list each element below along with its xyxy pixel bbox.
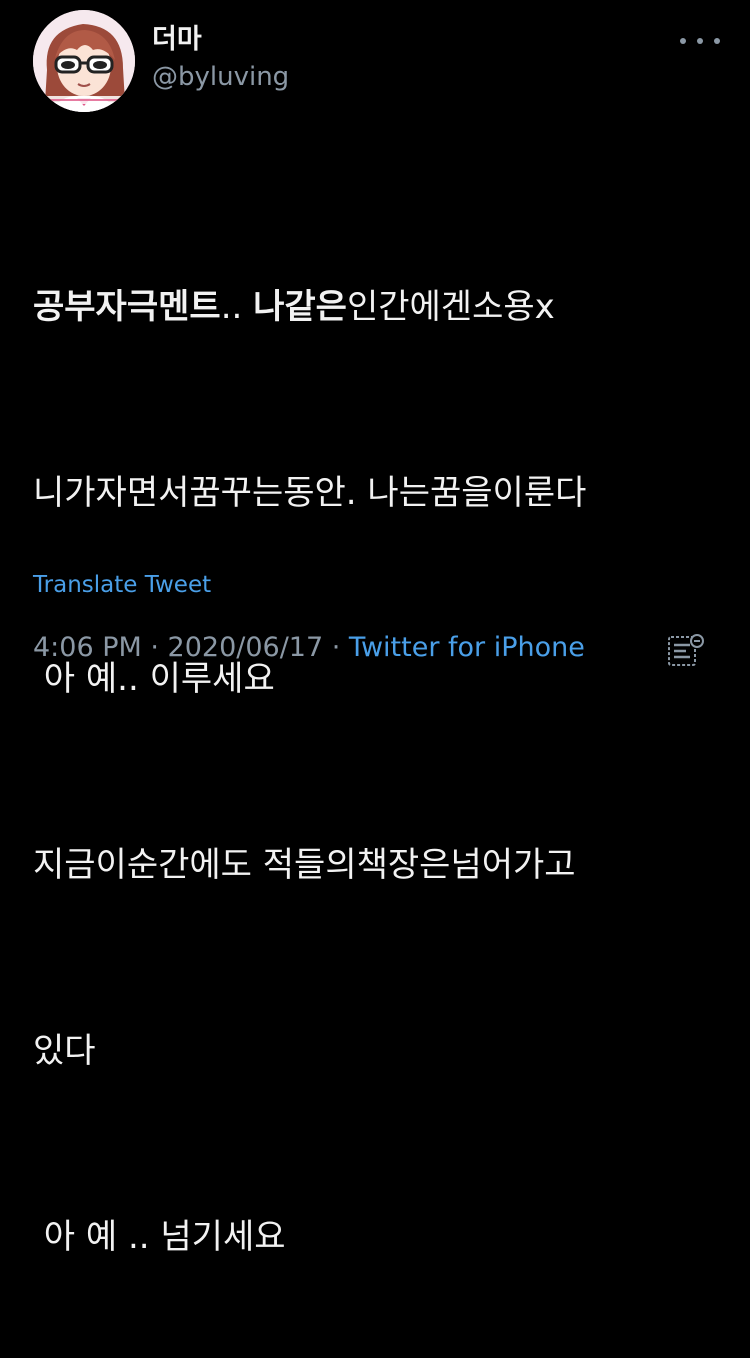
tweet-metadata: 4:06 PM · 2020/06/17 · Twitter for iPhon… [33, 632, 585, 663]
tweet-text-segment: 나같은 [253, 287, 347, 327]
tweet-text-segment: 있다 [33, 1031, 96, 1071]
author-block: 더마 @byluving [152, 24, 289, 94]
tweet-text-segment: 아 예 .. 넘기세요 [33, 1217, 286, 1257]
display-name[interactable]: 더마 [152, 24, 289, 56]
analytics-icon[interactable] [666, 633, 706, 669]
tweet-text-segment: 아 예.. 이루세요 [33, 659, 275, 699]
avatar-illustration [33, 10, 135, 112]
tweet-line: 니가자면서꿈꾸는동안. 나는꿈을이룬다 [33, 462, 723, 524]
translate-tweet-link[interactable]: Translate Tweet [33, 572, 211, 598]
tweet-source-link[interactable]: Twitter for iPhone [349, 632, 585, 663]
meta-separator: · [323, 632, 349, 663]
tweet-text-segment: .. [220, 287, 254, 327]
meta-separator: · [141, 632, 168, 663]
tweet-text-segment: 지금이순간에도 적들의책장은넘어가고 [33, 845, 576, 885]
tweet-text: 공부자극멘트.. 나같은인간에겐소용x 니가자면서꿈꾸는동안. 나는꿈을이룬다 … [33, 152, 723, 1358]
user-handle[interactable]: @byluving [152, 60, 289, 94]
tweet-text-segment: 니가자면서꿈꾸는동안. 나는꿈을이룬다 [33, 473, 587, 513]
more-horizontal-icon-dot [697, 38, 703, 44]
tweet-line: 아 예 .. 넘기세요 [33, 1206, 723, 1268]
tweet-date[interactable]: 2020/06/17 [168, 632, 324, 663]
tweet-line: 있다 [33, 1020, 723, 1082]
tweet-text-segment: 공부자극멘트 [33, 287, 221, 327]
more-options-button[interactable] [680, 30, 720, 52]
tweet: 더마 @byluving 공부자극멘트.. 나같은인간에겐소용x 니가자면서꿈꾸… [0, 0, 750, 1257]
tweet-line: 지금이순간에도 적들의책장은넘어가고 [33, 834, 723, 896]
tweet-text-segment: 인간에겐소용x [346, 287, 555, 327]
tweet-time[interactable]: 4:06 PM [33, 632, 142, 663]
tweet-line: 공부자극멘트.. 나같은인간에겐소용x [33, 276, 723, 338]
avatar[interactable] [33, 10, 135, 112]
more-horizontal-icon [680, 38, 686, 44]
more-horizontal-icon-dot [714, 38, 720, 44]
